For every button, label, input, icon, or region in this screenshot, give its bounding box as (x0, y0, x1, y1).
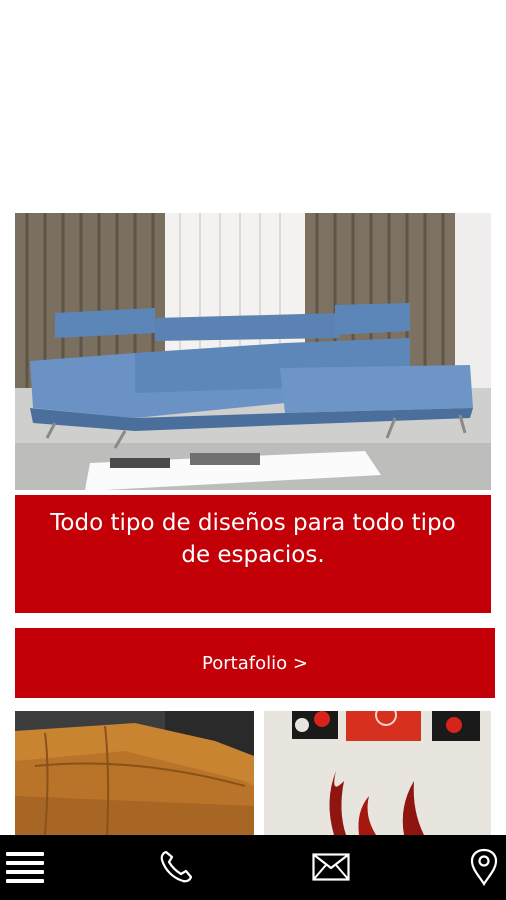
portfolio-button[interactable]: Portafolio > (15, 628, 495, 698)
nav-location-button[interactable] (462, 847, 506, 887)
red-abstract-art-decor-photo (264, 711, 491, 835)
portfolio-button-label: Portafolio > (202, 652, 308, 674)
gallery-thumbnail-art-decor[interactable] (264, 711, 491, 835)
tagline-banner: Todo tipo de diseños para todo tipo de e… (15, 495, 491, 613)
tagline-text: Todo tipo de diseños para todo tipo de e… (50, 510, 456, 568)
nav-mail-button[interactable] (309, 847, 353, 887)
gallery-thumbnail-leather-sofa[interactable] (15, 711, 254, 835)
blue-sectional-sofa-photo (15, 213, 491, 490)
hero-image (15, 213, 491, 490)
tan-leather-sofa-photo (15, 711, 254, 835)
bottom-navigation-bar (0, 835, 506, 900)
location-pin-icon (470, 848, 498, 886)
nav-menu-button[interactable] (3, 847, 47, 887)
phone-icon (160, 850, 193, 883)
mail-icon (312, 853, 350, 881)
header-blank-area (0, 0, 506, 213)
nav-phone-button[interactable] (154, 847, 198, 887)
menu-icon (6, 852, 44, 883)
